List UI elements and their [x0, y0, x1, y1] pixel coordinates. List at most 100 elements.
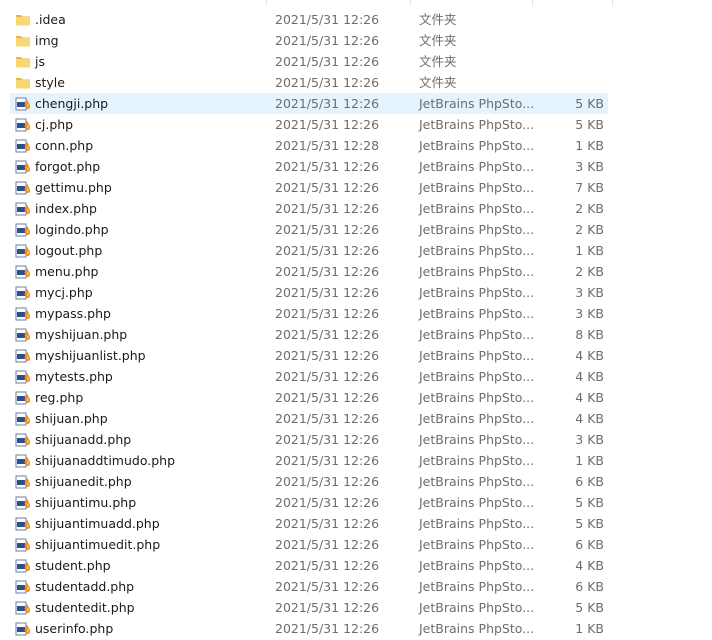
file-row[interactable]: userinfo.php 2021/5/31 12:26 JetBrains P…	[0, 618, 712, 639]
file-type: JetBrains PhpSto...	[419, 495, 535, 510]
file-row[interactable]: menu.php 2021/5/31 12:26 JetBrains PhpSt…	[0, 261, 712, 282]
file-type: 文件夹	[419, 75, 457, 90]
file-type: JetBrains PhpSto...	[419, 558, 535, 573]
file-size: 1 KB	[575, 138, 604, 153]
file-row[interactable]: .idea 2021/5/31 12:26 文件夹	[0, 9, 712, 30]
file-size: 8 KB	[575, 327, 604, 342]
file-row[interactable]: shijuantimu.php 2021/5/31 12:26 JetBrain…	[0, 492, 712, 513]
file-size: 5 KB	[575, 96, 604, 111]
file-name: shijuan.php	[35, 411, 108, 426]
php-file-icon	[15, 537, 31, 553]
file-size: 2 KB	[575, 201, 604, 216]
php-file-icon	[15, 516, 31, 532]
file-size: 6 KB	[575, 579, 604, 594]
file-row[interactable]: shijuanaddtimudo.php 2021/5/31 12:26 Jet…	[0, 450, 712, 471]
file-type: 文件夹	[419, 12, 457, 27]
file-size: 7 KB	[575, 180, 604, 195]
php-file-icon	[15, 390, 31, 406]
file-row[interactable]: shijuanadd.php 2021/5/31 12:26 JetBrains…	[0, 429, 712, 450]
file-row[interactable]: js 2021/5/31 12:26 文件夹	[0, 51, 712, 72]
php-file-icon	[15, 243, 31, 259]
file-type: JetBrains PhpSto...	[419, 390, 535, 405]
file-type: JetBrains PhpSto...	[419, 180, 535, 195]
file-type: JetBrains PhpSto...	[419, 285, 535, 300]
file-list: .idea 2021/5/31 12:26 文件夹 img 2021/5/31 …	[0, 9, 712, 639]
php-file-icon	[15, 159, 31, 175]
file-name: myshijuanlist.php	[35, 348, 146, 363]
file-modified-date: 2021/5/31 12:26	[275, 390, 380, 405]
file-row[interactable]: shijuan.php 2021/5/31 12:26 JetBrains Ph…	[0, 408, 712, 429]
file-name: shijuanedit.php	[35, 474, 132, 489]
file-modified-date: 2021/5/31 12:26	[275, 369, 380, 384]
file-row[interactable]: cj.php 2021/5/31 12:26 JetBrains PhpSto.…	[0, 114, 712, 135]
file-size: 4 KB	[575, 369, 604, 384]
file-size: 2 KB	[575, 222, 604, 237]
file-size: 3 KB	[575, 306, 604, 321]
file-modified-date: 2021/5/31 12:26	[275, 96, 380, 111]
file-row[interactable]: shijuanedit.php 2021/5/31 12:26 JetBrain…	[0, 471, 712, 492]
php-file-icon	[15, 306, 31, 322]
file-row[interactable]: forgot.php 2021/5/31 12:26 JetBrains Php…	[0, 156, 712, 177]
file-modified-date: 2021/5/31 12:26	[275, 411, 380, 426]
file-modified-date: 2021/5/31 12:26	[275, 327, 380, 342]
file-size: 4 KB	[575, 558, 604, 573]
file-row[interactable]: reg.php 2021/5/31 12:26 JetBrains PhpSto…	[0, 387, 712, 408]
file-type: JetBrains PhpSto...	[419, 621, 535, 636]
column-separator	[410, 0, 411, 6]
file-modified-date: 2021/5/31 12:26	[275, 180, 380, 195]
column-separator	[612, 0, 613, 6]
file-modified-date: 2021/5/31 12:26	[275, 621, 380, 636]
file-modified-date: 2021/5/31 12:26	[275, 159, 380, 174]
file-size: 6 KB	[575, 474, 604, 489]
file-name: student.php	[35, 558, 111, 573]
file-row[interactable]: index.php 2021/5/31 12:26 JetBrains PhpS…	[0, 198, 712, 219]
file-row[interactable]: img 2021/5/31 12:26 文件夹	[0, 30, 712, 51]
php-file-icon	[15, 369, 31, 385]
file-modified-date: 2021/5/31 12:26	[275, 264, 380, 279]
file-row[interactable]: mycj.php 2021/5/31 12:26 JetBrains PhpSt…	[0, 282, 712, 303]
file-row[interactable]: shijuantimuadd.php 2021/5/31 12:26 JetBr…	[0, 513, 712, 534]
file-row[interactable]: logout.php 2021/5/31 12:26 JetBrains Php…	[0, 240, 712, 261]
file-name: style	[35, 75, 65, 90]
file-size: 4 KB	[575, 348, 604, 363]
file-size: 1 KB	[575, 621, 604, 636]
php-file-icon	[15, 117, 31, 133]
file-row[interactable]: logindo.php 2021/5/31 12:26 JetBrains Ph…	[0, 219, 712, 240]
php-file-icon	[15, 264, 31, 280]
file-row[interactable]: mypass.php 2021/5/31 12:26 JetBrains Php…	[0, 303, 712, 324]
file-modified-date: 2021/5/31 12:26	[275, 12, 380, 27]
php-file-icon	[15, 285, 31, 301]
file-size: 2 KB	[575, 264, 604, 279]
file-size: 1 KB	[575, 453, 604, 468]
php-file-icon	[15, 411, 31, 427]
folder-icon	[15, 33, 31, 49]
file-row[interactable]: myshijuan.php 2021/5/31 12:26 JetBrains …	[0, 324, 712, 345]
file-size: 1 KB	[575, 243, 604, 258]
file-name: myshijuan.php	[35, 327, 128, 342]
file-name: chengji.php	[35, 96, 109, 111]
php-file-icon	[15, 348, 31, 364]
file-type: JetBrains PhpSto...	[419, 159, 535, 174]
file-modified-date: 2021/5/31 12:26	[275, 33, 380, 48]
file-row[interactable]: chengji.php 2021/5/31 12:26 JetBrains Ph…	[0, 93, 712, 114]
file-type: JetBrains PhpSto...	[419, 243, 535, 258]
file-row[interactable]: shijuantimuedit.php 2021/5/31 12:26 JetB…	[0, 534, 712, 555]
file-name: studentadd.php	[35, 579, 135, 594]
file-row[interactable]: style 2021/5/31 12:26 文件夹	[0, 72, 712, 93]
file-row[interactable]: conn.php 2021/5/31 12:28 JetBrains PhpSt…	[0, 135, 712, 156]
column-separator	[266, 0, 267, 6]
folder-icon	[15, 12, 31, 28]
file-name: shijuanadd.php	[35, 432, 132, 447]
file-type: JetBrains PhpSto...	[419, 537, 535, 552]
file-size: 5 KB	[575, 495, 604, 510]
file-type: JetBrains PhpSto...	[419, 201, 535, 216]
file-row[interactable]: studentadd.php 2021/5/31 12:26 JetBrains…	[0, 576, 712, 597]
file-row[interactable]: student.php 2021/5/31 12:26 JetBrains Ph…	[0, 555, 712, 576]
file-row[interactable]: myshijuanlist.php 2021/5/31 12:26 JetBra…	[0, 345, 712, 366]
file-row[interactable]: gettimu.php 2021/5/31 12:26 JetBrains Ph…	[0, 177, 712, 198]
file-row[interactable]: studentedit.php 2021/5/31 12:26 JetBrain…	[0, 597, 712, 618]
file-modified-date: 2021/5/31 12:26	[275, 600, 380, 615]
file-name: js	[35, 54, 45, 69]
file-name: cj.php	[35, 117, 74, 132]
file-row[interactable]: mytests.php 2021/5/31 12:26 JetBrains Ph…	[0, 366, 712, 387]
